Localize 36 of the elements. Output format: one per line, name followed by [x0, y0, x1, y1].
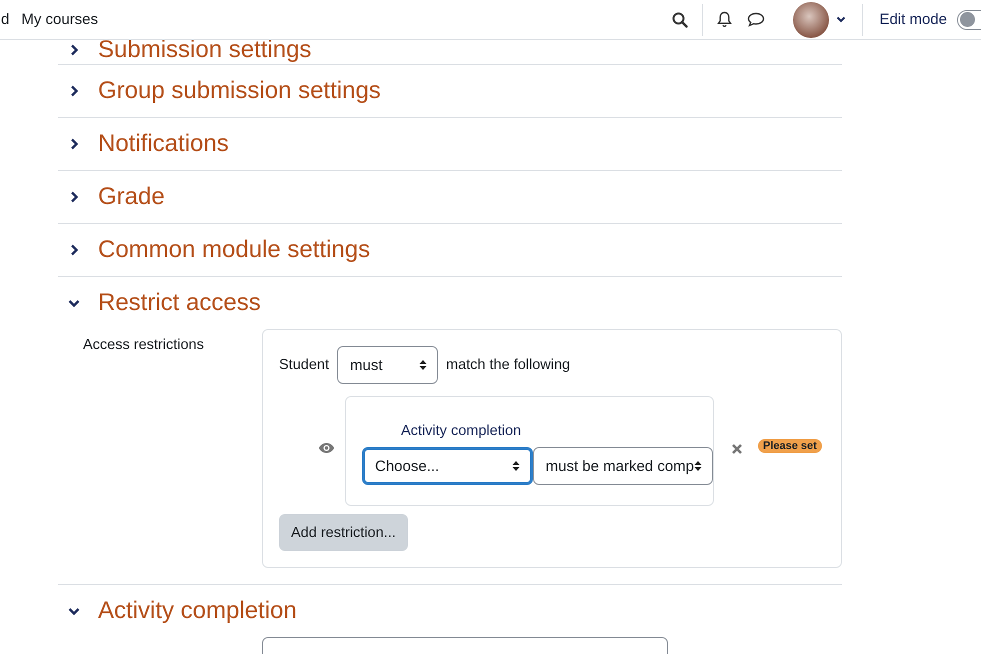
section-heading[interactable]: Notifications [98, 132, 229, 156]
section-heading[interactable]: Grade [98, 185, 165, 209]
chevron-icon[interactable] [68, 85, 80, 97]
match-select[interactable]: must [337, 346, 438, 384]
edit-mode-label: Edit mode [879, 11, 947, 28]
section-heading[interactable]: Common module settings [98, 238, 370, 262]
nav-link[interactable]: My courses [21, 11, 98, 28]
field-label: Access restrictions [82, 336, 205, 355]
chevron-icon[interactable] [68, 244, 80, 256]
section-heading[interactable]: Group submission settings [98, 79, 381, 103]
nav-link[interactable]: d [1, 11, 10, 28]
student-label: Student [279, 357, 329, 373]
match-label: match the following [446, 357, 570, 373]
search-icon[interactable] [672, 12, 688, 28]
completion-state-select[interactable]: must be marked comp [532, 447, 713, 485]
sort-arrows-icon [512, 460, 520, 472]
add-restriction-button[interactable]: Add restriction... [279, 514, 408, 551]
bell-icon[interactable] [717, 11, 732, 28]
chat-bubble-icon[interactable] [747, 12, 766, 27]
chevron-icon[interactable] [68, 191, 80, 203]
avatar[interactable] [793, 2, 830, 38]
chevron-icon[interactable] [68, 297, 80, 309]
section-heading[interactable]: Restrict access [98, 291, 261, 315]
close-icon[interactable] [731, 443, 743, 455]
chevron-icon[interactable] [68, 138, 80, 150]
chevron-icon[interactable] [68, 44, 80, 56]
condition-title: Activity completion [401, 423, 522, 439]
eye-icon[interactable] [318, 442, 335, 454]
chevron-icon[interactable] [68, 605, 80, 617]
sort-arrows-icon [419, 359, 427, 371]
sort-arrows-icon [694, 460, 702, 472]
activity-select[interactable]: Choose... [362, 447, 533, 485]
section-heading[interactable]: Submission settings [98, 38, 312, 62]
section-heading[interactable]: Activity completion [98, 599, 297, 623]
caret-icon[interactable] [836, 16, 846, 23]
warning-badge: Please set [758, 439, 822, 453]
